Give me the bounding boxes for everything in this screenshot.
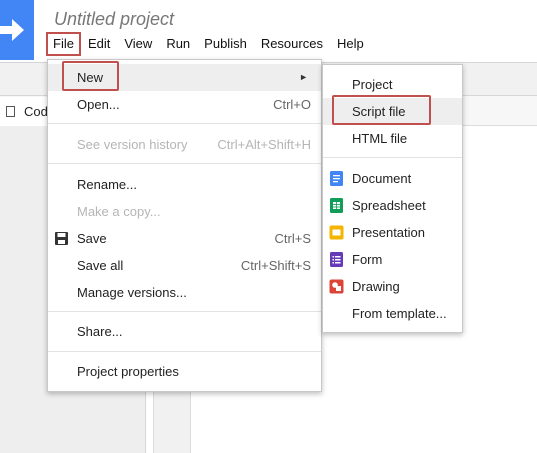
project-title[interactable]: Untitled project xyxy=(54,9,174,30)
file-menu-manage-versions[interactable]: Manage versions... xyxy=(48,279,321,306)
new-submenu-project[interactable]: Project xyxy=(323,71,462,98)
file-menu-save-all-label: Save all xyxy=(77,258,124,273)
file-menu-rename[interactable]: Rename... xyxy=(48,171,321,198)
apps-script-logo[interactable] xyxy=(0,0,34,60)
new-submenu-form-label: Form xyxy=(352,252,383,267)
file-menu-rename-label: Rename... xyxy=(77,177,137,192)
new-submenu-html-file[interactable]: HTML file xyxy=(323,125,462,152)
file-menu-make-a-copy-label: Make a copy... xyxy=(77,204,161,219)
file-menu-see-version-history-shortcut: Ctrl+Alt+Shift+H xyxy=(217,137,311,152)
file-menu-manage-versions-label: Manage versions... xyxy=(77,285,187,300)
floppy-disk-icon xyxy=(54,231,69,246)
file-menu-open[interactable]: Open... Ctrl+O xyxy=(48,91,321,118)
new-submenu-spreadsheet[interactable]: Spreadsheet xyxy=(323,192,462,219)
new-submenu-script-file-label: Script file xyxy=(352,104,406,119)
new-submenu-from-template[interactable]: From template... xyxy=(323,300,462,327)
menubar: File Edit View Run Publish Resources Hel… xyxy=(46,32,371,56)
new-submenu-script-file[interactable]: Script file xyxy=(323,98,462,125)
file-menu: New ► Open... Ctrl+O See version history… xyxy=(47,59,322,392)
new-submenu-form[interactable]: Form xyxy=(323,246,462,273)
new-submenu-drawing-label: Drawing xyxy=(352,279,400,294)
file-menu-project-properties-label: Project properties xyxy=(77,364,179,379)
file-menu-see-version-history-label: See version history xyxy=(77,137,188,152)
file-menu-see-version-history: See version history Ctrl+Alt+Shift+H xyxy=(48,131,321,158)
file-menu-save-all[interactable]: Save all Ctrl+Shift+S xyxy=(48,252,321,279)
menu-file[interactable]: File xyxy=(46,32,81,56)
menu-help[interactable]: Help xyxy=(330,32,371,56)
arrow-right-icon xyxy=(0,19,24,41)
menu-separator xyxy=(48,163,321,164)
new-submenu-html-file-label: HTML file xyxy=(352,131,408,146)
new-submenu-document-label: Document xyxy=(352,171,412,186)
file-icon xyxy=(6,106,15,117)
file-menu-open-label: Open... xyxy=(77,97,120,112)
menu-edit[interactable]: Edit xyxy=(81,32,117,56)
file-menu-make-a-copy: Make a copy... xyxy=(48,198,321,225)
new-submenu-spreadsheet-label: Spreadsheet xyxy=(352,198,426,213)
menu-resources[interactable]: Resources xyxy=(254,32,330,56)
file-menu-save-label: Save xyxy=(77,231,107,246)
file-menu-new-label: New xyxy=(77,70,104,85)
spreadsheet-icon xyxy=(329,198,344,213)
new-submenu-presentation[interactable]: Presentation xyxy=(323,219,462,246)
presentation-icon xyxy=(329,225,344,240)
menu-run[interactable]: Run xyxy=(159,32,197,56)
menu-separator xyxy=(48,311,321,312)
menu-publish[interactable]: Publish xyxy=(197,32,254,56)
new-submenu-drawing[interactable]: Drawing xyxy=(323,273,462,300)
drawing-icon xyxy=(329,279,344,294)
menu-view[interactable]: View xyxy=(117,32,159,56)
document-icon xyxy=(329,171,344,186)
new-submenu-from-template-label: From template... xyxy=(352,306,447,321)
file-menu-save[interactable]: Save Ctrl+S xyxy=(48,225,321,252)
new-submenu-presentation-label: Presentation xyxy=(352,225,425,240)
menu-separator xyxy=(48,123,321,124)
file-menu-save-all-shortcut: Ctrl+Shift+S xyxy=(240,258,311,273)
menu-separator xyxy=(48,351,321,352)
file-menu-save-shortcut: Ctrl+S xyxy=(274,231,311,246)
form-icon xyxy=(329,252,344,267)
file-menu-share[interactable]: Share... xyxy=(48,318,321,345)
file-menu-new[interactable]: New ► xyxy=(48,64,321,91)
menu-separator xyxy=(323,157,462,158)
submenu-arrow-icon: ► xyxy=(299,72,308,82)
file-menu-share-label: Share... xyxy=(77,324,123,339)
new-submenu-document[interactable]: Document xyxy=(323,165,462,192)
new-submenu: Project Script file HTML file Document S… xyxy=(322,64,463,333)
file-tab-label: Cod xyxy=(24,104,48,119)
file-menu-project-properties[interactable]: Project properties xyxy=(48,358,321,385)
file-menu-open-shortcut: Ctrl+O xyxy=(273,97,311,112)
new-submenu-project-label: Project xyxy=(352,77,393,92)
